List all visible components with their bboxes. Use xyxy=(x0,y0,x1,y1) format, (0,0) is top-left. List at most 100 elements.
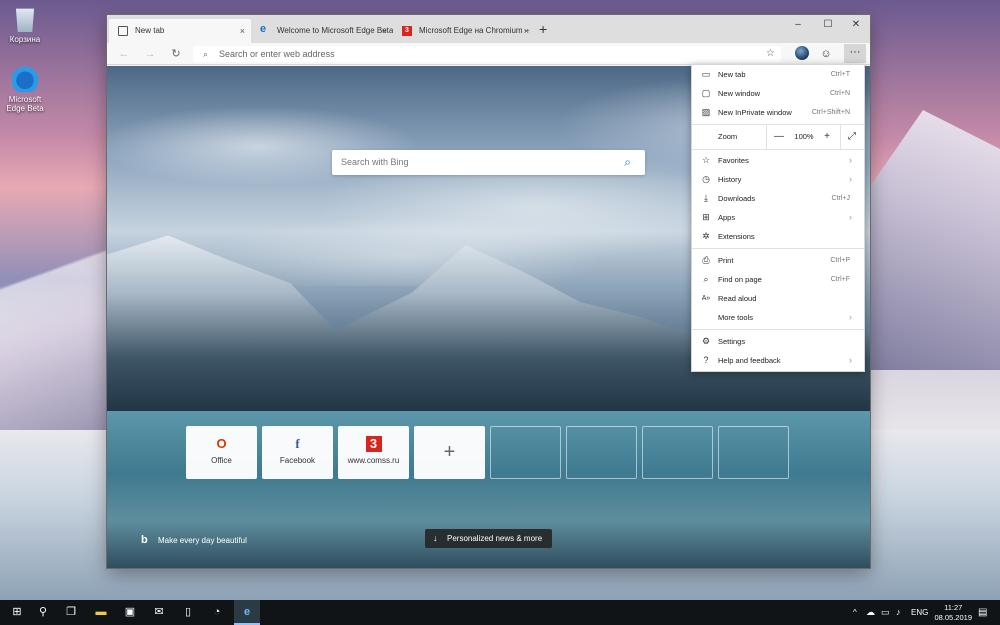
quick-link-facebook[interactable]: f Facebook xyxy=(262,426,333,479)
new-tab-button[interactable]: + xyxy=(539,22,547,36)
task-view-button[interactable]: ❐ xyxy=(58,600,84,625)
menu-item-label: More tools xyxy=(718,313,754,322)
zoom-in-button[interactable]: + xyxy=(818,125,836,149)
add-quick-link-button[interactable]: + xyxy=(414,426,485,479)
bing-search-input[interactable]: Search with Bing ⌕ xyxy=(332,150,645,175)
onedrive-cloud-icon[interactable]: ☁ xyxy=(866,600,875,625)
menu-item-print[interactable]: ⎙ Print Ctrl+P xyxy=(692,251,864,270)
notifications-icon[interactable]: ▤ xyxy=(978,600,987,625)
menu-item-new-inprivate-window[interactable]: ▨ New InPrivate window Ctrl+Shift+N xyxy=(692,103,864,122)
menu-item-read-aloud[interactable]: A» Read aloud xyxy=(692,289,864,308)
empty-tile-slot xyxy=(566,426,637,479)
tab-title: Welcome to Microsoft Edge Beta xyxy=(277,26,393,35)
maximize-button[interactable]: ☐ xyxy=(813,15,843,35)
search-icon[interactable]: ⌕ xyxy=(624,150,631,175)
zoom-out-button[interactable]: — xyxy=(770,125,788,149)
menu-separator xyxy=(692,149,864,150)
history-icon: ◷ xyxy=(702,174,710,184)
fullscreen-button[interactable]: ⤢ xyxy=(843,125,861,149)
zoom-value: 100% xyxy=(794,132,814,141)
taskbar-store-icon[interactable]: ▣ xyxy=(117,600,143,625)
taskbar-file-explorer-icon[interactable]: ▬ xyxy=(88,600,114,625)
taskbar-phone-icon[interactable]: ▯ xyxy=(175,600,201,625)
chevron-right-icon: › xyxy=(849,312,852,322)
gear-icon: ⚙ xyxy=(701,336,711,346)
close-tab-icon[interactable]: × xyxy=(382,19,387,43)
network-icon[interactable]: ▭ xyxy=(881,600,890,625)
bing-logo-icon: b xyxy=(141,534,148,546)
desktop-wallpaper-mountain-right xyxy=(860,110,1000,370)
menu-item-extensions[interactable]: ✲ Extensions xyxy=(692,227,864,246)
menu-item-new-window[interactable]: ▢ New window Ctrl+N xyxy=(692,84,864,103)
menu-item-apps[interactable]: ⊞ Apps › xyxy=(692,208,864,227)
menu-item-downloads[interactable]: ⤓ Downloads Ctrl+J xyxy=(692,189,864,208)
bing-image-caption[interactable]: b Make every day beautiful xyxy=(141,534,247,547)
language-indicator[interactable]: ENG xyxy=(911,600,928,625)
system-clock[interactable]: 11:27 08.05.2019 xyxy=(934,603,972,623)
taskbar: ⊞ ⚲ ❐ ▬ ▣ ✉ ▯ ◔ e ^ ☁ ▭ ♪ ENG 11:27 08.0… xyxy=(0,600,1000,625)
tab-comss[interactable]: 3 Microsoft Edge на Chromium – × xyxy=(393,19,535,43)
menu-separator xyxy=(840,125,841,149)
menu-item-new-tab[interactable]: ▭ New tab Ctrl+T xyxy=(692,65,864,84)
desktop-icon-label: Microsoft Edge Beta xyxy=(6,95,44,113)
quick-link-comss[interactable]: 3 www.comss.ru xyxy=(338,426,409,479)
taskbar-search-button[interactable]: ⚲ xyxy=(30,600,56,625)
menu-item-label: New tab xyxy=(718,70,746,79)
menu-item-help-and-feedback[interactable]: ? Help and feedback › xyxy=(692,351,864,370)
star-icon: ☆ xyxy=(701,155,711,165)
profile-avatar[interactable] xyxy=(795,46,809,60)
favorite-star-icon[interactable]: ☆ xyxy=(766,46,775,62)
tab-bar: New tab × e Welcome to Microsoft Edge Be… xyxy=(107,15,870,43)
menu-item-label: Read aloud xyxy=(718,294,757,303)
address-bar[interactable]: ⌕ Search or enter web address ☆ xyxy=(193,46,781,62)
quick-link-office[interactable]: O Office xyxy=(186,426,257,479)
volume-icon[interactable]: ♪ xyxy=(896,600,901,625)
menu-item-label: Downloads xyxy=(718,194,756,203)
taskbar-edge-beta-icon[interactable]: e xyxy=(234,600,260,625)
add-icon: + xyxy=(443,441,456,463)
tab-title: Microsoft Edge на Chromium – xyxy=(419,26,530,35)
desktop-icon-edge-beta[interactable]: Microsoft Edge Beta xyxy=(0,66,50,113)
menu-shortcut: Ctrl+N xyxy=(829,90,850,97)
close-tab-icon[interactable]: × xyxy=(240,19,245,43)
menu-item-label: History xyxy=(718,175,742,184)
desktop-icon-label: Корзина xyxy=(9,35,41,44)
comss-icon: 3 xyxy=(402,26,412,36)
menu-item-history[interactable]: ◷ History › xyxy=(692,170,864,189)
back-button[interactable]: ← xyxy=(115,45,133,63)
tile-label: Facebook xyxy=(279,456,316,465)
read-aloud-icon: A» xyxy=(701,295,711,302)
download-icon: ⤓ xyxy=(704,193,708,203)
office-icon: O xyxy=(216,436,227,451)
settings-menu-button[interactable]: ··· xyxy=(844,44,866,63)
close-window-button[interactable]: ✕ xyxy=(841,15,870,35)
chevron-right-icon: › xyxy=(849,212,852,222)
menu-item-more-tools[interactable]: More tools › xyxy=(692,308,864,327)
feedback-emoji-button[interactable]: ☺ xyxy=(817,45,835,63)
close-tab-icon[interactable]: × xyxy=(524,19,529,43)
menu-item-favorites[interactable]: ☆ Favorites › xyxy=(692,151,864,170)
tile-label: www.comss.ru xyxy=(347,456,400,465)
menu-item-settings[interactable]: ⚙ Settings xyxy=(692,332,864,351)
start-button[interactable]: ⊞ xyxy=(4,600,30,625)
refresh-button[interactable]: ↻ xyxy=(167,45,185,63)
tray-overflow-chevron-icon[interactable]: ^ xyxy=(853,600,857,625)
tab-welcome[interactable]: e Welcome to Microsoft Edge Beta × xyxy=(251,19,393,43)
taskbar-clock-app-icon[interactable]: ◔ xyxy=(204,600,230,625)
minimize-button[interactable]: – xyxy=(783,15,813,35)
print-icon: ⎙ xyxy=(702,255,710,265)
zoom-control: Zoom — 100% + ⤢ xyxy=(692,125,864,149)
desktop-icon-recycle-bin[interactable]: Корзина xyxy=(0,6,50,44)
facebook-icon: f xyxy=(295,436,300,451)
forward-button[interactable]: → xyxy=(141,45,159,63)
toolbar: ← → ↻ ⌕ Search or enter web address ☆ ☺ … xyxy=(107,43,870,65)
edge-icon: e xyxy=(260,23,267,35)
menu-shortcut: Ctrl+Shift+N xyxy=(811,109,850,116)
menu-item-find-on-page[interactable]: ⌕ Find on page Ctrl+F xyxy=(692,270,864,289)
settings-menu: ▭ New tab Ctrl+T ▢ New window Ctrl+N ▨ N… xyxy=(691,64,865,372)
taskbar-mail-icon[interactable]: ✉ xyxy=(146,600,172,625)
personalized-news-button[interactable]: ↓ Personalized news & more xyxy=(425,529,552,548)
tab-new-tab[interactable]: New tab × xyxy=(109,19,251,43)
find-icon: ⌕ xyxy=(703,274,709,284)
help-icon: ? xyxy=(703,355,709,365)
